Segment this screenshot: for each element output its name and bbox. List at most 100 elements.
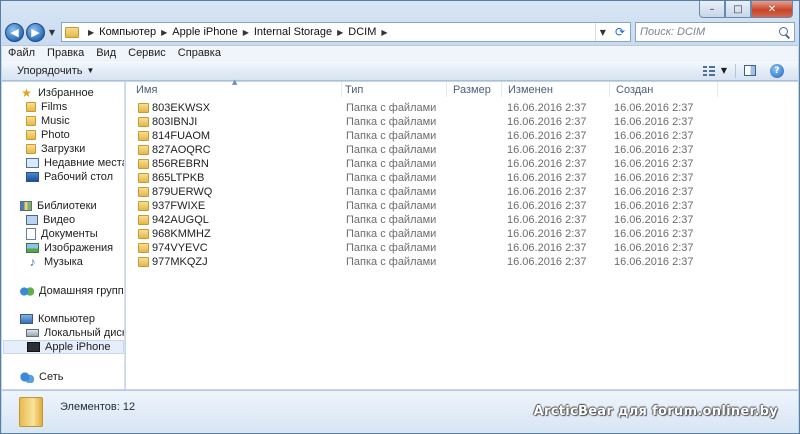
folder-icon — [138, 187, 149, 197]
organize-label: Упорядочить — [17, 64, 83, 77]
nav-libraries[interactable]: Библиотеки — [20, 199, 97, 213]
images-icon — [26, 243, 39, 253]
table-row[interactable]: 937FWIXE Папка с файлами 16.06.2016 2:37 16… — [126, 199, 798, 213]
breadcrumb-internal-storage[interactable]: Internal Storage — [254, 26, 332, 38]
folder-icon — [138, 117, 149, 127]
details-pane: Элементов: 12 ArcticBear для forum.onlin… — [2, 390, 798, 433]
nav-item-local-disk[interactable]: Локальный диск (C:) — [26, 326, 125, 340]
nav-computer[interactable]: Компьютер — [20, 312, 95, 326]
maximize-button[interactable]: □ — [725, 1, 751, 18]
column-header-size[interactable]: Размер — [447, 82, 502, 97]
menu-edit[interactable]: Правка — [41, 47, 90, 59]
nav-item-apple-iphone[interactable]: Apple iPhone — [3, 340, 124, 354]
breadcrumb-separator-icon[interactable]: ▶ — [243, 28, 249, 37]
forward-button[interactable]: ▶ — [26, 22, 45, 42]
cell-created: 16.06.2016 2:37 — [614, 255, 694, 269]
chevron-down-icon: ▼ — [86, 66, 95, 75]
cell-text: 16.06.2016 2:37 — [507, 186, 587, 198]
cell-name: 937FWIXE — [138, 199, 205, 213]
table-row[interactable]: 803IBNJI Папка с файлами 16.06.2016 2:37 16… — [126, 115, 798, 129]
address-history-dropdown[interactable]: ▼ — [594, 23, 610, 41]
folder-icon — [138, 173, 149, 183]
nav-network[interactable]: Сеть — [20, 370, 63, 384]
refresh-button[interactable]: ⟳ — [610, 23, 630, 41]
cell-text: 865LTPKB — [152, 172, 205, 184]
file-list: ▲ Имя Тип Размер Изменен Создан 803EKWSX… — [126, 78, 798, 389]
nav-item-photo[interactable]: Photo — [26, 128, 70, 142]
cell-type: Папка с файлами — [346, 143, 436, 157]
folder-icon — [19, 397, 43, 427]
table-row[interactable]: 879UERWQ Папка с файлами 16.06.2016 2:37 16… — [126, 185, 798, 199]
help-icon[interactable]: ? — [770, 63, 784, 78]
nav-item-films[interactable]: Films — [26, 100, 67, 114]
nav-item-downloads[interactable]: Загрузки — [26, 142, 85, 156]
minimize-button[interactable]: – — [699, 1, 725, 18]
cell-type: Папка с файлами — [346, 241, 436, 255]
homegroup-icon — [20, 285, 34, 297]
disk-icon — [26, 329, 39, 337]
cell-type: Папка с файлами — [346, 213, 436, 227]
nav-item-images[interactable]: Изображения — [26, 241, 113, 255]
organize-button[interactable]: Упорядочить ▼ — [2, 65, 94, 77]
table-row[interactable]: 942AUGQL Папка с файлами 16.06.2016 2:37 16… — [126, 213, 798, 227]
cell-name: 827AOQRC — [138, 143, 211, 157]
nav-item-video[interactable]: Видео — [26, 213, 75, 227]
folder-icon — [138, 159, 149, 169]
menu-help[interactable]: Справка — [172, 47, 227, 59]
nav-label: Видео — [43, 214, 76, 226]
nav-item-documents[interactable]: Документы — [26, 227, 98, 241]
menu-file[interactable]: Файл — [2, 47, 41, 59]
column-header-type[interactable]: Тип — [339, 82, 447, 97]
search-input[interactable]: Поиск: DCIM — [635, 22, 795, 42]
table-row[interactable]: 977MKQZJ Папка с файлами 16.06.2016 2:37 16… — [126, 255, 798, 269]
breadcrumb-separator-icon[interactable]: ▶ — [161, 28, 167, 37]
nav-item-recent-places[interactable]: Недавние места — [26, 156, 124, 170]
close-button[interactable]: ✕ — [751, 1, 793, 18]
breadcrumb-dcim[interactable]: DCIM — [348, 26, 376, 38]
cell-type: Папка с файлами — [346, 255, 436, 269]
folder-icon — [138, 103, 149, 113]
column-header-name[interactable]: Имя — [130, 82, 342, 97]
menu-tools[interactable]: Сервис — [122, 47, 172, 59]
nav-item-music-library[interactable]: ♪ Музыка — [26, 255, 83, 269]
cell-modified: 16.06.2016 2:37 — [507, 129, 587, 143]
nav-favorites[interactable]: ★ Избранное — [20, 86, 94, 100]
recent-pages-dropdown[interactable]: ▼ — [47, 28, 57, 37]
address-bar[interactable]: ▶ Компьютер ▶ Apple iPhone ▶ Internal St… — [61, 22, 631, 42]
breadcrumb-apple-iphone[interactable]: Apple iPhone — [172, 26, 237, 38]
column-header-modified[interactable]: Изменен — [502, 82, 610, 97]
folder-icon — [138, 215, 149, 225]
nav-label: Photo — [41, 129, 70, 141]
table-row[interactable]: 865LTPKB Папка с файлами 16.06.2016 2:37 16… — [126, 171, 798, 185]
breadcrumb-separator-icon[interactable]: ▶ — [381, 28, 387, 37]
preview-pane-icon[interactable] — [744, 65, 756, 76]
table-row[interactable]: 827AOQRC Папка с файлами 16.06.2016 2:37 16… — [126, 143, 798, 157]
cell-created: 16.06.2016 2:37 — [614, 143, 694, 157]
cell-modified: 16.06.2016 2:37 — [507, 101, 587, 115]
breadcrumb-separator-icon[interactable]: ▶ — [337, 28, 343, 37]
table-row[interactable]: 974VYEVC Папка с файлами 16.06.2016 2:37 16… — [126, 241, 798, 255]
breadcrumb-separator-icon[interactable]: ▶ — [88, 28, 94, 37]
nav-item-desktop[interactable]: Рабочий стол — [26, 170, 113, 184]
nav-label: Локальный диск (C:) — [44, 327, 125, 339]
table-row[interactable]: 814FUAOM Папка с файлами 16.06.2016 2:37 16… — [126, 129, 798, 143]
folder-icon — [138, 257, 149, 267]
back-button[interactable]: ◀ — [5, 22, 24, 42]
cell-name: 856REBRN — [138, 157, 209, 171]
column-header-created[interactable]: Создан — [610, 82, 718, 97]
cell-text: 16.06.2016 2:37 — [507, 256, 587, 268]
table-row[interactable]: 803EKWSX Папка с файлами 16.06.2016 2:37 16… — [126, 101, 798, 115]
breadcrumb-computer[interactable]: Компьютер — [99, 26, 156, 38]
nav-homegroup[interactable]: Домашняя группа — [20, 284, 124, 298]
view-dropdown-icon[interactable]: ▼ — [721, 66, 727, 75]
menu-view[interactable]: Вид — [90, 47, 122, 59]
cell-text: 16.06.2016 2:37 — [507, 172, 587, 184]
table-row[interactable]: 968KMMHZ Папка с файлами 16.06.2016 2:37 16… — [126, 227, 798, 241]
search-icon[interactable] — [779, 26, 790, 38]
cell-text: 968KMMHZ — [152, 228, 211, 240]
nav-item-music[interactable]: Music — [26, 114, 70, 128]
table-row[interactable]: 856REBRN Папка с файлами 16.06.2016 2:37 16… — [126, 157, 798, 171]
view-options-icon[interactable] — [702, 65, 715, 76]
folder-icon — [26, 102, 36, 112]
cell-name: 803IBNJI — [138, 115, 197, 129]
